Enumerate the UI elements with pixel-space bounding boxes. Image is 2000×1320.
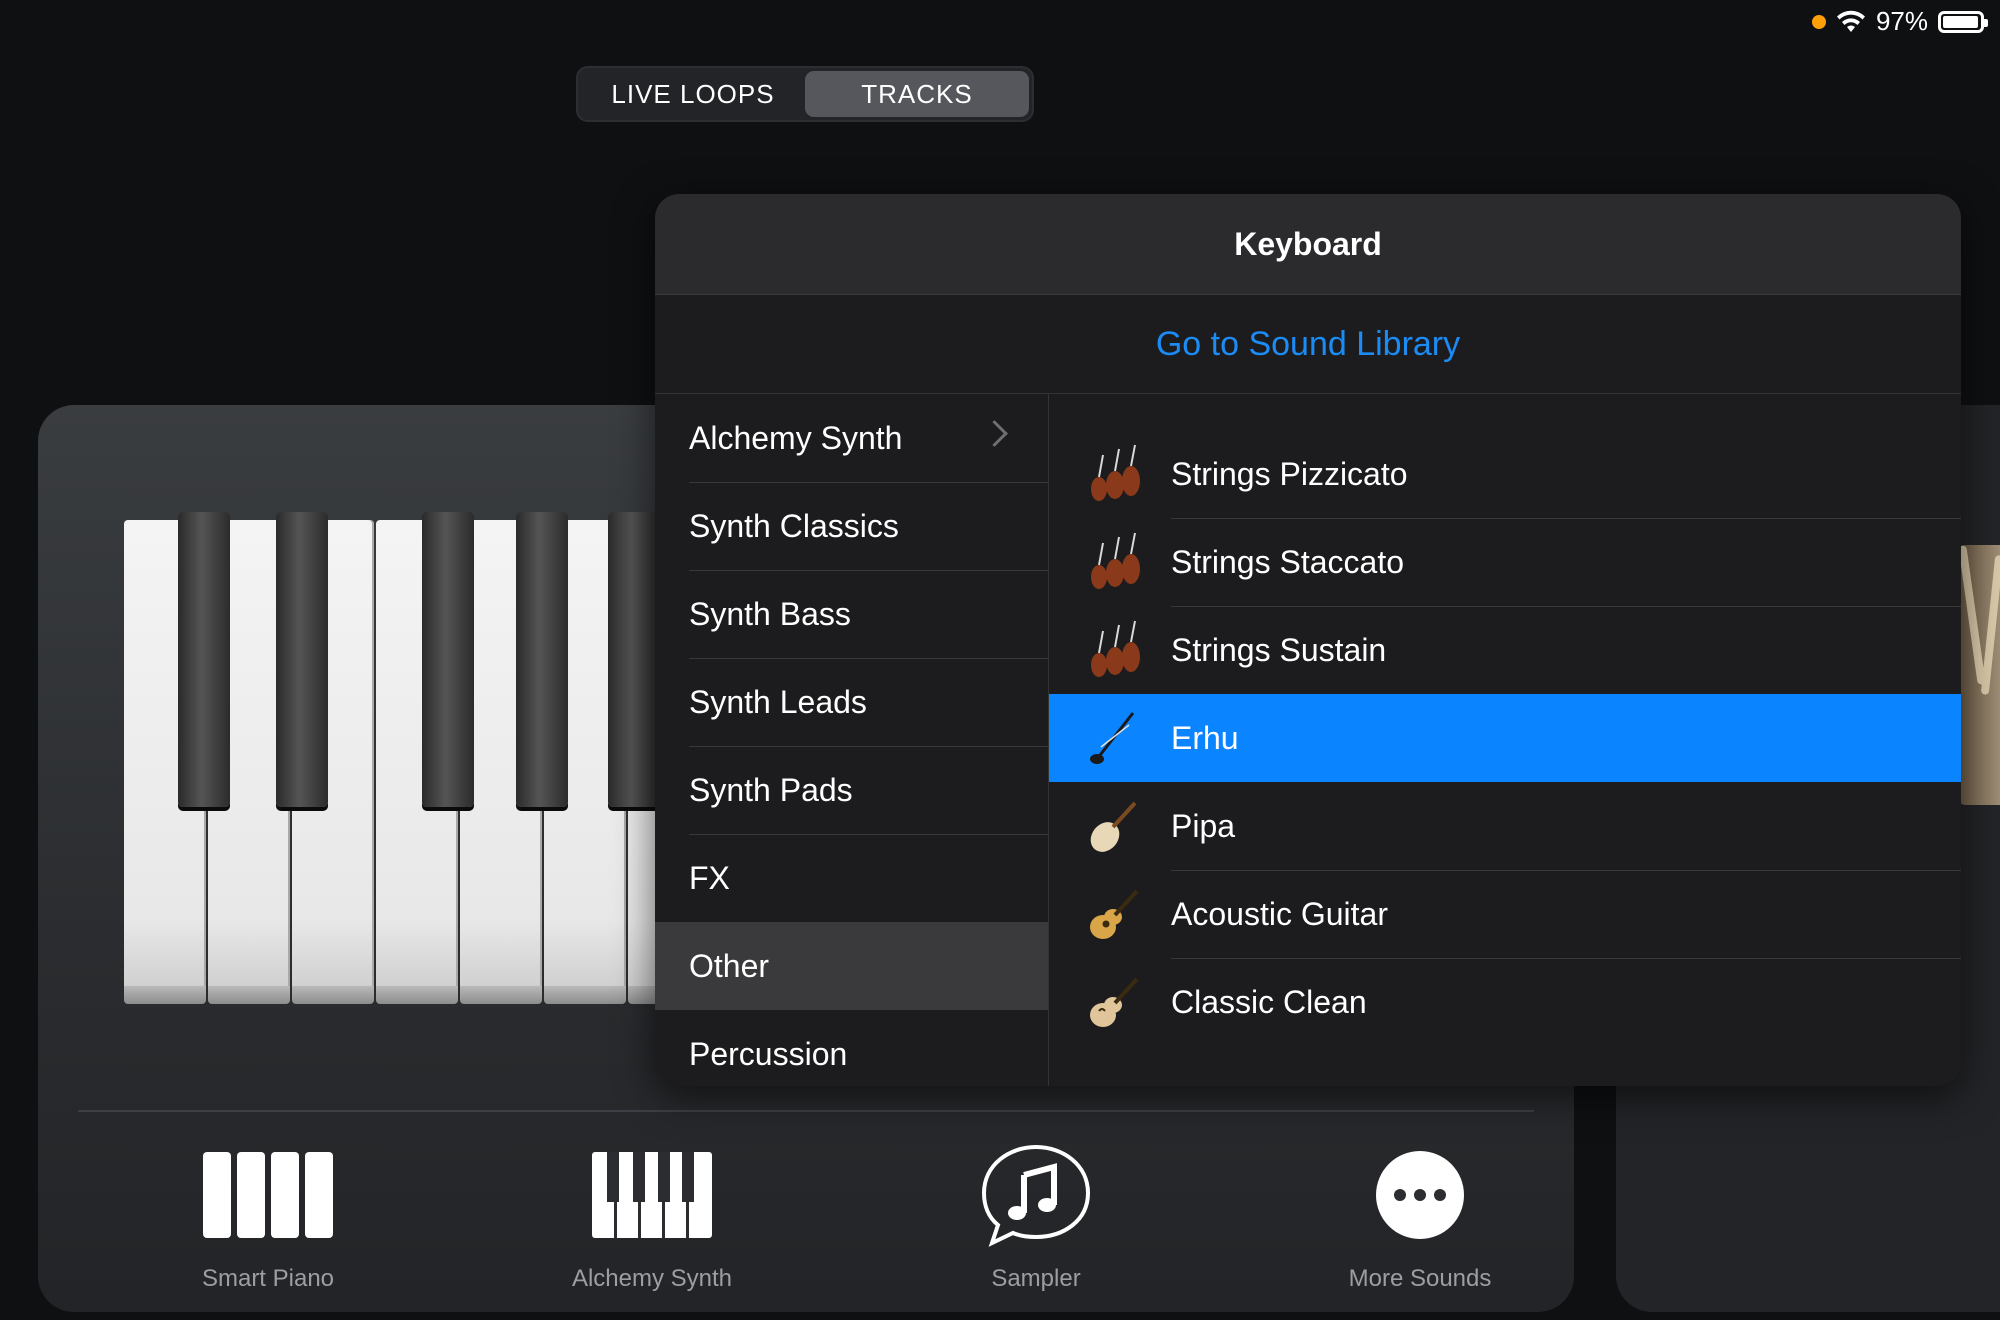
tab-live-loops[interactable]: LIVE LOOPS: [581, 71, 805, 117]
go-to-sound-library-link[interactable]: Go to Sound Library: [655, 295, 1961, 394]
instrument-smart-piano[interactable]: Smart Piano: [138, 1145, 398, 1293]
more-icon: [1376, 1151, 1464, 1239]
acoustic-guitar-icon: [1090, 889, 1139, 939]
piano-keys-image: [124, 512, 724, 1005]
synth-keys-icon: [592, 1152, 712, 1238]
black-key: [516, 512, 568, 807]
violin-icon: [1091, 620, 1140, 677]
sound-label: Strings Sustain: [1171, 631, 1387, 668]
instrument-label: Smart Piano: [201, 1265, 335, 1292]
sound-label: Strings Staccato: [1171, 543, 1404, 580]
battery-icon: [1938, 10, 1988, 33]
violin-icon: [1091, 444, 1140, 501]
sound-list[interactable]: Strings Pizzicato Strings Staccato Strin…: [1049, 394, 1961, 1086]
instrument-sampler[interactable]: Sampler: [906, 1144, 1166, 1293]
wifi-icon: [1836, 10, 1865, 32]
sound-row[interactable]: Strings Sustain: [1049, 606, 1961, 694]
card-divider: [78, 1110, 1534, 1112]
black-key: [608, 512, 660, 807]
sound-row[interactable]: Classic Clean: [1049, 958, 1961, 1046]
black-key: [276, 512, 328, 807]
black-key: [178, 512, 230, 807]
category-label: Other: [689, 947, 770, 984]
sound-row-selected[interactable]: Erhu: [1049, 694, 1961, 782]
recording-indicator: [1811, 14, 1826, 29]
category-synth-classics[interactable]: Synth Classics: [655, 482, 1048, 570]
pipa-icon: [1090, 801, 1137, 852]
electric-guitar-icon: [1090, 977, 1139, 1027]
instrument-alchemy-synth[interactable]: Alchemy Synth: [522, 1145, 782, 1293]
erhu-icon: [1090, 712, 1135, 764]
category-fx[interactable]: FX: [655, 834, 1048, 922]
category-other[interactable]: Other: [655, 922, 1048, 1010]
instrument-label: Alchemy Synth: [571, 1265, 733, 1292]
smart-piano-icon: [203, 1152, 333, 1238]
instrument-more-sounds[interactable]: More Sounds: [1290, 1145, 1550, 1293]
sound-row[interactable]: Strings Pizzicato: [1049, 430, 1961, 518]
sound-label: Acoustic Guitar: [1171, 895, 1388, 932]
chevron-right-icon: [981, 420, 1008, 447]
sound-label: Erhu: [1171, 719, 1239, 756]
popover-title: Keyboard: [655, 194, 1961, 295]
category-label: Synth Classics: [689, 507, 899, 544]
sound-label: Pipa: [1171, 807, 1236, 844]
category-percussion[interactable]: Percussion: [655, 1010, 1048, 1086]
view-mode-segmented-control: LIVE LOOPS TRACKS: [576, 66, 1034, 122]
category-label: Synth Pads: [689, 771, 853, 808]
category-synth-bass[interactable]: Synth Bass: [655, 570, 1048, 658]
status-bar: 97%: [1811, 6, 1988, 37]
sound-row-partial[interactable]: [1049, 394, 1961, 430]
sound-browser-popover: Keyboard Go to Sound Library Alchemy Syn…: [655, 194, 1961, 1086]
category-synth-leads[interactable]: Synth Leads: [655, 658, 1048, 746]
black-key: [422, 512, 474, 807]
sound-row[interactable]: Acoustic Guitar: [1049, 870, 1961, 958]
category-synth-pads[interactable]: Synth Pads: [655, 746, 1048, 834]
tab-tracks[interactable]: TRACKS: [805, 71, 1029, 117]
instrument-label: Sampler: [991, 1265, 1081, 1292]
category-alchemy-synth[interactable]: Alchemy Synth: [655, 394, 1048, 482]
category-label: Alchemy Synth: [689, 419, 903, 456]
category-label: Synth Leads: [689, 683, 867, 720]
instrument-label: More Sounds: [1348, 1265, 1492, 1292]
sound-row[interactable]: Pipa: [1049, 782, 1961, 870]
category-label: Percussion: [689, 1035, 848, 1072]
battery-fill: [1943, 15, 1978, 28]
sampler-icon: [981, 1144, 1091, 1247]
sound-row[interactable]: Strings Staccato: [1049, 518, 1961, 606]
sound-label: Classic Clean: [1171, 983, 1367, 1020]
category-label: FX: [689, 859, 730, 896]
battery-percentage: 97%: [1875, 6, 1928, 36]
violin-icon: [1091, 532, 1140, 589]
category-list[interactable]: Alchemy Synth Synth Classics Synth Bass …: [655, 394, 1049, 1086]
sound-label: Strings Pizzicato: [1171, 455, 1408, 492]
category-label: Synth Bass: [689, 595, 851, 632]
